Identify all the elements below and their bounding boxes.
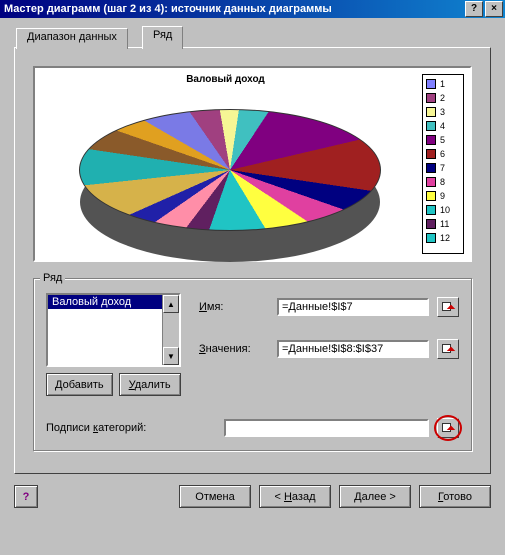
values-field[interactable] (277, 340, 429, 358)
chart-preview: Валовый доход 123456789101112 (33, 66, 472, 262)
tab-range[interactable]: Диапазон данных (16, 28, 128, 49)
legend-item: 7 (426, 161, 460, 175)
remove-button[interactable]: Удалить (119, 373, 181, 396)
help-button[interactable]: ? (14, 485, 38, 508)
legend-label: 3 (440, 107, 445, 117)
legend-item: 12 (426, 231, 460, 245)
categories-field[interactable] (224, 419, 429, 437)
legend-label: 7 (440, 163, 445, 173)
legend-item: 10 (426, 203, 460, 217)
name-field[interactable] (277, 298, 429, 316)
add-button[interactable]: Добавить (46, 373, 113, 396)
legend-swatch (426, 191, 436, 201)
legend-label: 5 (440, 135, 445, 145)
legend-item: 9 (426, 189, 460, 203)
listbox-scrollbar[interactable]: ▲ ▼ (162, 295, 179, 365)
chart-title: Валовый доход (35, 74, 416, 85)
name-label: Имя: (199, 301, 269, 313)
legend-item: 2 (426, 91, 460, 105)
legend-swatch (426, 135, 436, 145)
legend-item: 3 (426, 105, 460, 119)
legend-item: 5 (426, 133, 460, 147)
list-item[interactable]: Валовый доход (48, 295, 162, 309)
legend-swatch (426, 107, 436, 117)
next-button[interactable]: Далее > (339, 485, 411, 508)
legend-swatch (426, 93, 436, 103)
pie-chart (79, 109, 381, 231)
group-label: Ряд (40, 272, 65, 284)
name-refedit-button[interactable] (437, 297, 459, 317)
series-list-items: Валовый доход (48, 295, 162, 365)
legend-item: 1 (426, 77, 460, 91)
tabbar: Диапазон данных Ряд (14, 26, 491, 48)
legend-label: 8 (440, 177, 445, 187)
series-listbox[interactable]: Валовый доход ▲ ▼ (46, 293, 181, 367)
legend-swatch (426, 163, 436, 173)
scroll-down-icon[interactable]: ▼ (163, 347, 179, 365)
legend-swatch (426, 121, 436, 131)
values-label: Значения: (199, 343, 269, 355)
legend-label: 12 (440, 233, 450, 243)
categories-refedit-button[interactable] (437, 418, 459, 438)
categories-label: Подписи категорий: (46, 422, 146, 434)
finish-button[interactable]: Готово (419, 485, 491, 508)
legend-label: 4 (440, 121, 445, 131)
values-refedit-button[interactable] (437, 339, 459, 359)
legend-swatch (426, 233, 436, 243)
cancel-button[interactable]: Отмена (179, 485, 251, 508)
legend-swatch (426, 149, 436, 159)
legend-swatch (426, 177, 436, 187)
series-groupbox: Ряд Валовый доход ▲ ▼ Добавить Удалить (33, 278, 472, 451)
legend-label: 6 (440, 149, 445, 159)
close-icon[interactable]: × (485, 1, 503, 17)
tab-panel-series: Валовый доход 123456789101112 Ряд Валовы… (14, 47, 491, 474)
titlebar: Мастер диаграмм (шаг 2 из 4): источник д… (0, 0, 505, 18)
legend: 123456789101112 (422, 74, 464, 254)
legend-item: 4 (426, 119, 460, 133)
footer: ? Отмена < Назад Далее > Готово (0, 485, 505, 518)
legend-label: 11 (440, 219, 449, 229)
legend-item: 8 (426, 175, 460, 189)
pie-wrap (49, 88, 410, 252)
legend-label: 10 (440, 205, 450, 215)
legend-label: 1 (440, 79, 445, 89)
legend-label: 9 (440, 191, 445, 201)
refedit-icon (442, 302, 454, 312)
help-icon[interactable]: ? (465, 1, 483, 17)
legend-item: 6 (426, 147, 460, 161)
window-title: Мастер диаграмм (шаг 2 из 4): источник д… (2, 3, 463, 15)
legend-swatch (426, 219, 436, 229)
scroll-up-icon[interactable]: ▲ (163, 295, 179, 313)
legend-swatch (426, 205, 436, 215)
legend-swatch (426, 79, 436, 89)
tab-series[interactable]: Ряд (142, 26, 183, 49)
refedit-icon (442, 344, 454, 354)
legend-item: 11 (426, 217, 460, 231)
back-button[interactable]: < Назад (259, 485, 331, 508)
refedit-icon (442, 423, 454, 433)
legend-label: 2 (440, 93, 445, 103)
